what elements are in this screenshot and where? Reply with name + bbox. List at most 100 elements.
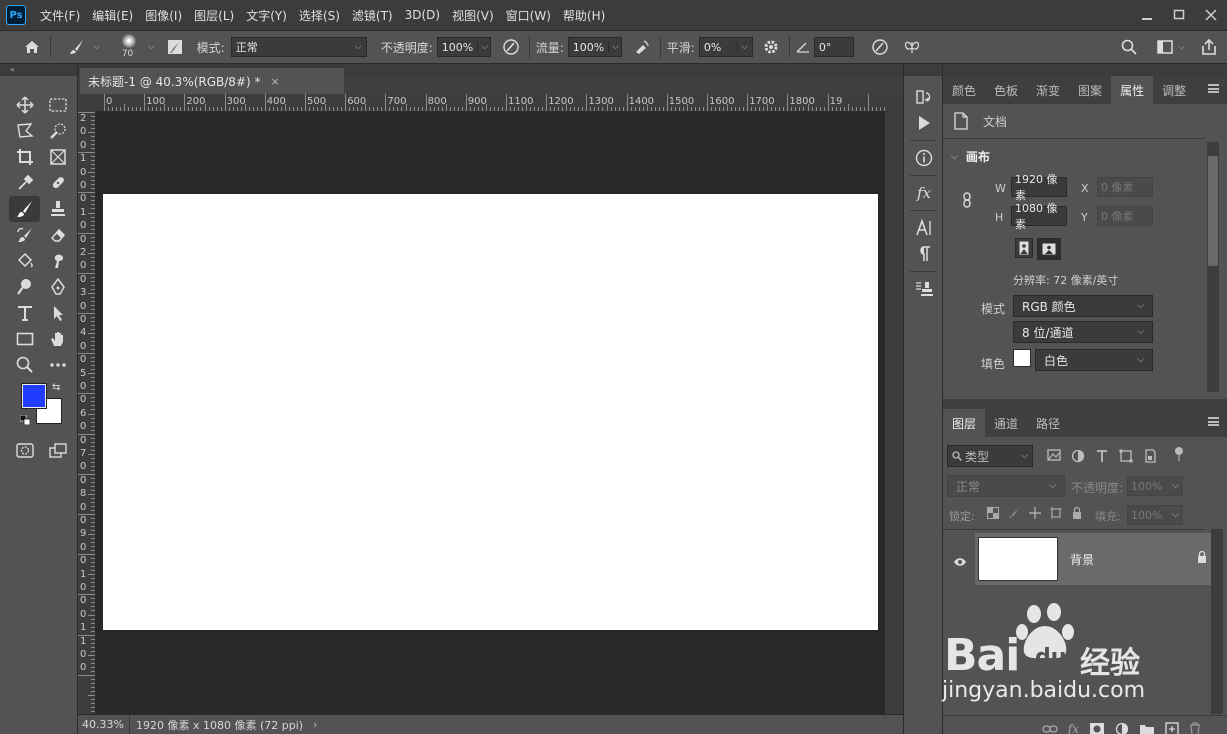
zoom-tool[interactable] <box>9 352 40 378</box>
layer-lock-icon[interactable] <box>1197 550 1207 566</box>
path-select-tool[interactable] <box>42 300 73 326</box>
clone-source-panel-button[interactable] <box>904 276 944 302</box>
eraser-tool[interactable] <box>42 222 73 248</box>
ruler-origin[interactable] <box>78 94 96 112</box>
layer-row-background[interactable]: 背景 <box>975 533 1221 585</box>
tab-gradients[interactable]: 渐变 <box>1027 76 1069 104</box>
menu-layer[interactable]: 图层(L) <box>188 0 240 30</box>
panel-menu-icon[interactable] <box>1208 84 1219 93</box>
menu-edit[interactable]: 编辑(E) <box>86 0 139 30</box>
color-mode-select[interactable]: RGB 颜色 ⌵ <box>1013 295 1153 317</box>
horizontal-ruler[interactable]: 0 100 200 300 400 500 600 700 800 900 1100 1200 1300… <box>96 94 885 112</box>
actions-panel-button[interactable] <box>904 110 944 136</box>
smoothing-options-button[interactable] <box>759 35 783 59</box>
flow-input[interactable]: 100% ⌵ <box>567 37 622 57</box>
smoothing-input[interactable]: 0% ⌵ <box>698 37 753 57</box>
healing-brush-tool[interactable] <box>42 170 73 196</box>
screen-mode-button[interactable] <box>42 438 73 464</box>
status-menu-arrow-icon[interactable]: › <box>313 718 317 731</box>
menu-type[interactable]: 文字(Y) <box>240 0 293 30</box>
opacity-input[interactable]: 100% ⌵ <box>436 37 491 57</box>
fill-select[interactable]: 白色 ⌵ <box>1035 349 1153 371</box>
link-dimensions-icon[interactable] <box>961 192 973 211</box>
airbrush-button[interactable] <box>630 35 654 59</box>
type-tool[interactable] <box>9 300 40 326</box>
tab-color[interactable]: 颜色 <box>943 76 985 104</box>
width-input[interactable]: 1920 像素 <box>1011 173 1067 202</box>
more-tools-button[interactable] <box>42 352 73 378</box>
layer-opacity-input[interactable]: 100% ⌵ <box>1127 476 1183 496</box>
vertical-ruler[interactable]: 2001000100200300400500600700800900100011… <box>78 112 96 714</box>
fill-color-swatch[interactable] <box>1013 349 1031 367</box>
smudge-tool[interactable] <box>42 248 73 274</box>
chevron-down-icon[interactable]: ⌵ <box>93 42 100 52</box>
rectangle-tool[interactable] <box>9 326 40 352</box>
lock-position-icon[interactable] <box>1029 507 1041 519</box>
add-mask-icon[interactable] <box>1089 722 1105 734</box>
chevron-down-icon[interactable]: ⌵ <box>1178 42 1185 52</box>
gradient-tool[interactable] <box>9 248 40 274</box>
marquee-tool[interactable] <box>42 92 73 118</box>
tab-patterns[interactable]: 图案 <box>1069 76 1111 104</box>
menu-3d[interactable]: 3D(D) <box>399 0 446 30</box>
layers-scrollbar[interactable] <box>1211 529 1223 714</box>
lock-transparent-icon[interactable] <box>987 507 999 519</box>
menu-view[interactable]: 视图(V) <box>446 0 500 30</box>
folder-icon[interactable] <box>1139 722 1155 734</box>
swap-colors-icon[interactable]: ⇆ <box>52 382 60 393</box>
shape-filter-icon[interactable] <box>1119 449 1133 463</box>
pixel-layer-filter-icon[interactable] <box>1047 449 1061 461</box>
menu-image[interactable]: 图像(I) <box>139 0 188 30</box>
scrollbar-thumb[interactable] <box>1208 156 1218 266</box>
lock-all-icon[interactable] <box>1071 507 1083 519</box>
canvas-workspace[interactable] <box>96 112 885 714</box>
frame-tool[interactable] <box>42 144 73 170</box>
crop-tool[interactable] <box>9 144 40 170</box>
info-panel-button[interactable] <box>904 145 944 171</box>
move-tool[interactable] <box>9 92 40 118</box>
history-brush-tool[interactable] <box>9 222 40 248</box>
angle-input[interactable]: 0° <box>813 37 854 57</box>
character-panel-button[interactable] <box>904 215 944 241</box>
workspace-button[interactable] <box>1153 35 1177 59</box>
brush-tool[interactable] <box>9 196 40 222</box>
home-button[interactable] <box>20 35 44 59</box>
close-tab-icon[interactable]: × <box>271 75 280 88</box>
type-filter-icon[interactable] <box>1095 449 1109 463</box>
close-window-button[interactable] <box>1195 0 1227 30</box>
tab-layers[interactable]: 图层 <box>943 409 986 437</box>
quick-mask-button[interactable] <box>9 438 40 464</box>
lock-artboard-icon[interactable] <box>1050 507 1062 519</box>
pressure-opacity-button[interactable] <box>499 35 523 59</box>
menu-window[interactable]: 窗口(W) <box>500 0 557 30</box>
brush-preset-button[interactable] <box>65 35 89 59</box>
trash-icon[interactable] <box>1189 721 1201 734</box>
styles-panel-button[interactable]: fx <box>904 180 944 206</box>
landscape-orientation-button[interactable] <box>1037 238 1061 260</box>
default-colors-icon[interactable] <box>19 414 31 428</box>
bit-depth-select[interactable]: 8 位/通道 ⌵ <box>1013 321 1153 343</box>
zoom-level[interactable]: 40.33% <box>78 714 130 734</box>
pen-tool[interactable] <box>42 274 73 300</box>
brush-settings-toggle[interactable] <box>163 35 187 59</box>
paragraph-panel-button[interactable] <box>904 241 944 267</box>
tab-swatches[interactable]: 色板 <box>985 76 1027 104</box>
tab-channels[interactable]: 通道 <box>985 409 1027 437</box>
menu-select[interactable]: 选择(S) <box>293 0 346 30</box>
properties-scrollbar[interactable] <box>1207 142 1219 392</box>
adjustment-filter-icon[interactable] <box>1071 449 1085 463</box>
blend-mode-select[interactable]: 正常 ⌵ <box>947 475 1065 497</box>
new-layer-icon[interactable] <box>1165 721 1179 734</box>
tab-paths[interactable]: 路径 <box>1027 409 1069 437</box>
tab-adjustments[interactable]: 调整 <box>1153 76 1195 104</box>
lock-pixels-icon[interactable] <box>1008 507 1020 519</box>
adjustment-layer-icon[interactable] <box>1115 722 1129 734</box>
collapse-tools-icon[interactable]: « <box>0 64 77 76</box>
maximize-button[interactable] <box>1163 0 1195 30</box>
menu-filter[interactable]: 滤镜(T) <box>346 0 399 30</box>
document-canvas[interactable] <box>103 194 878 630</box>
clone-stamp-tool[interactable] <box>42 196 73 222</box>
eyedropper-tool[interactable] <box>9 170 40 196</box>
hand-tool[interactable] <box>42 326 73 352</box>
portrait-orientation-button[interactable] <box>1015 238 1033 258</box>
